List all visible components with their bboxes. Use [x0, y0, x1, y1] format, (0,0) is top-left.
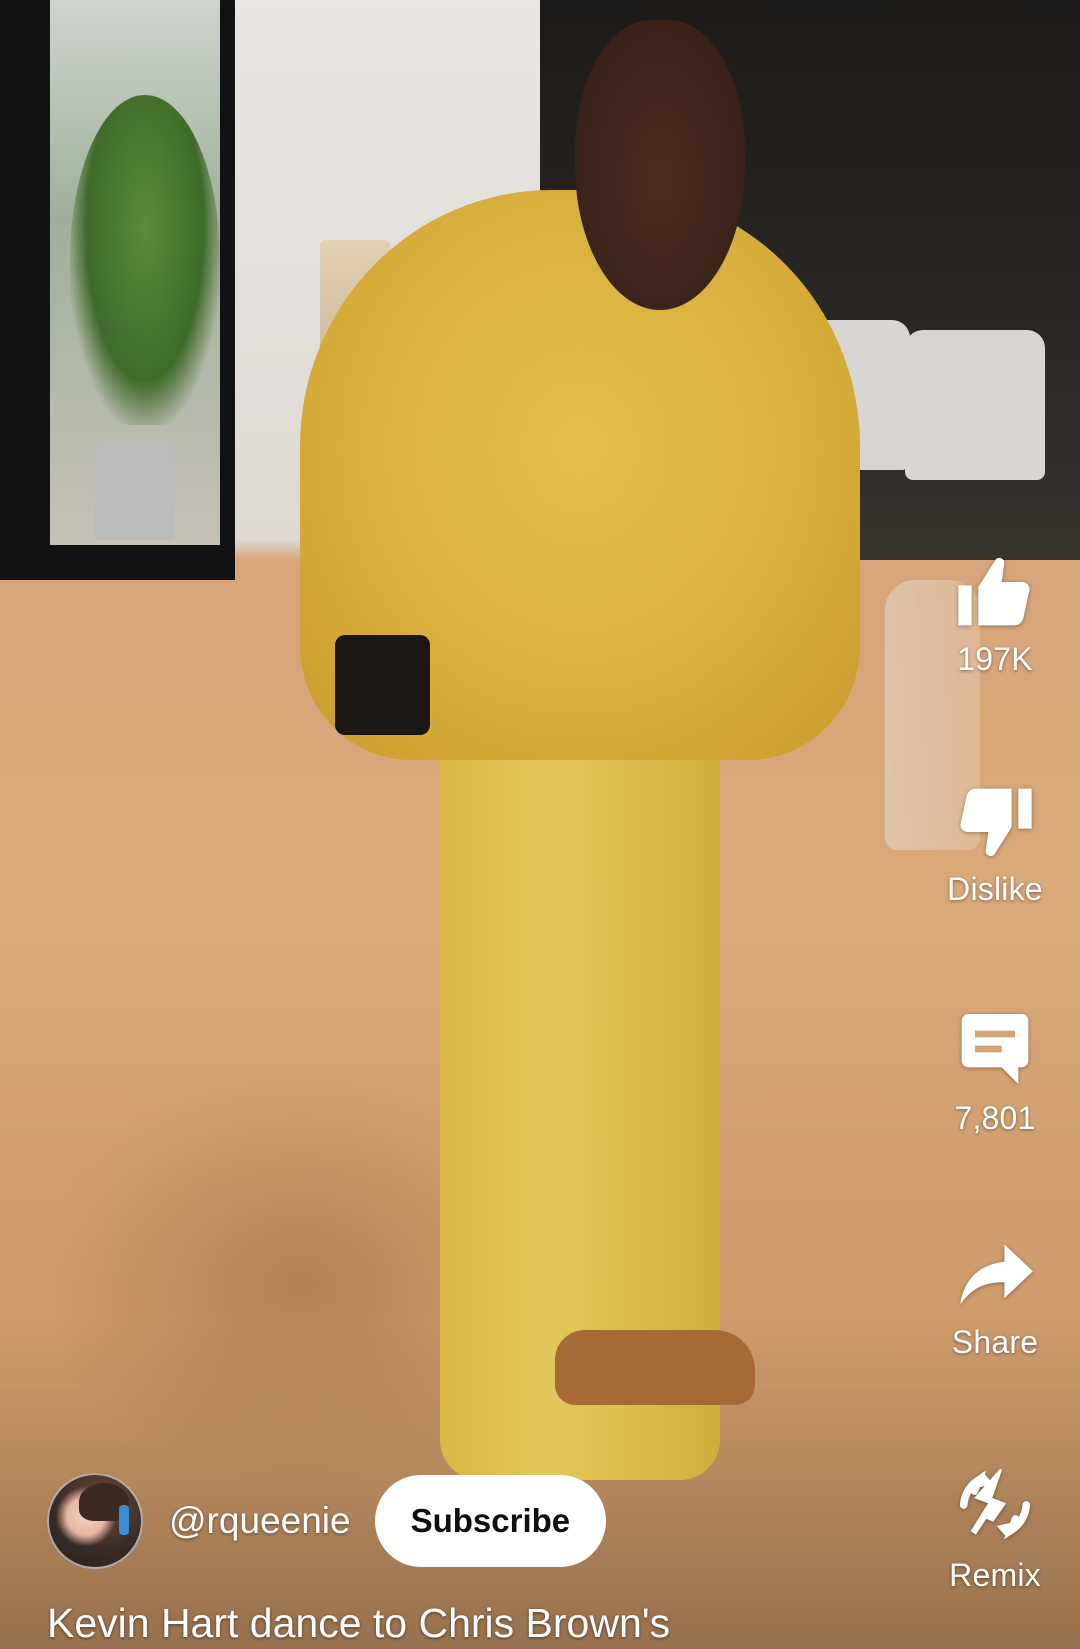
like-button[interactable]: 197K	[910, 555, 1080, 678]
remix-button[interactable]: Remix	[910, 1465, 1080, 1594]
share-arrow-icon	[954, 1240, 1036, 1312]
comments-count: 7,801	[954, 1100, 1036, 1136]
share-button[interactable]: Share	[910, 1240, 1080, 1361]
dislike-label: Dislike	[947, 871, 1043, 907]
video-plant-pot	[95, 440, 175, 540]
dislike-button[interactable]: Dislike	[910, 785, 1080, 908]
thumbs-up-icon	[955, 555, 1035, 629]
action-rail: 197K Dislike 7,801 Share Remix	[910, 0, 1080, 1649]
thumbs-down-icon	[955, 785, 1035, 859]
like-count: 197K	[957, 641, 1033, 677]
avatar-headband	[119, 1505, 129, 1535]
comment-icon	[955, 1010, 1035, 1088]
video-title[interactable]: Kevin Hart dance to Chris Brown's	[47, 1600, 1047, 1647]
remix-icon	[953, 1465, 1037, 1545]
comments-button[interactable]: 7,801	[910, 1010, 1080, 1137]
share-label: Share	[951, 1324, 1039, 1360]
channel-row: @rqueenie Subscribe	[47, 1473, 607, 1569]
channel-handle[interactable]: @rqueenie	[169, 1500, 351, 1542]
video-plant	[70, 95, 220, 425]
shorts-player: 197K Dislike 7,801 Share Remix @rqueenie…	[0, 0, 1080, 1649]
video-cup	[335, 635, 430, 735]
subscribe-button[interactable]: Subscribe	[374, 1475, 607, 1567]
video-person-shoe	[555, 1330, 755, 1405]
channel-avatar[interactable]	[47, 1473, 143, 1569]
video-person-head	[575, 20, 745, 310]
remix-label: Remix	[949, 1557, 1041, 1593]
